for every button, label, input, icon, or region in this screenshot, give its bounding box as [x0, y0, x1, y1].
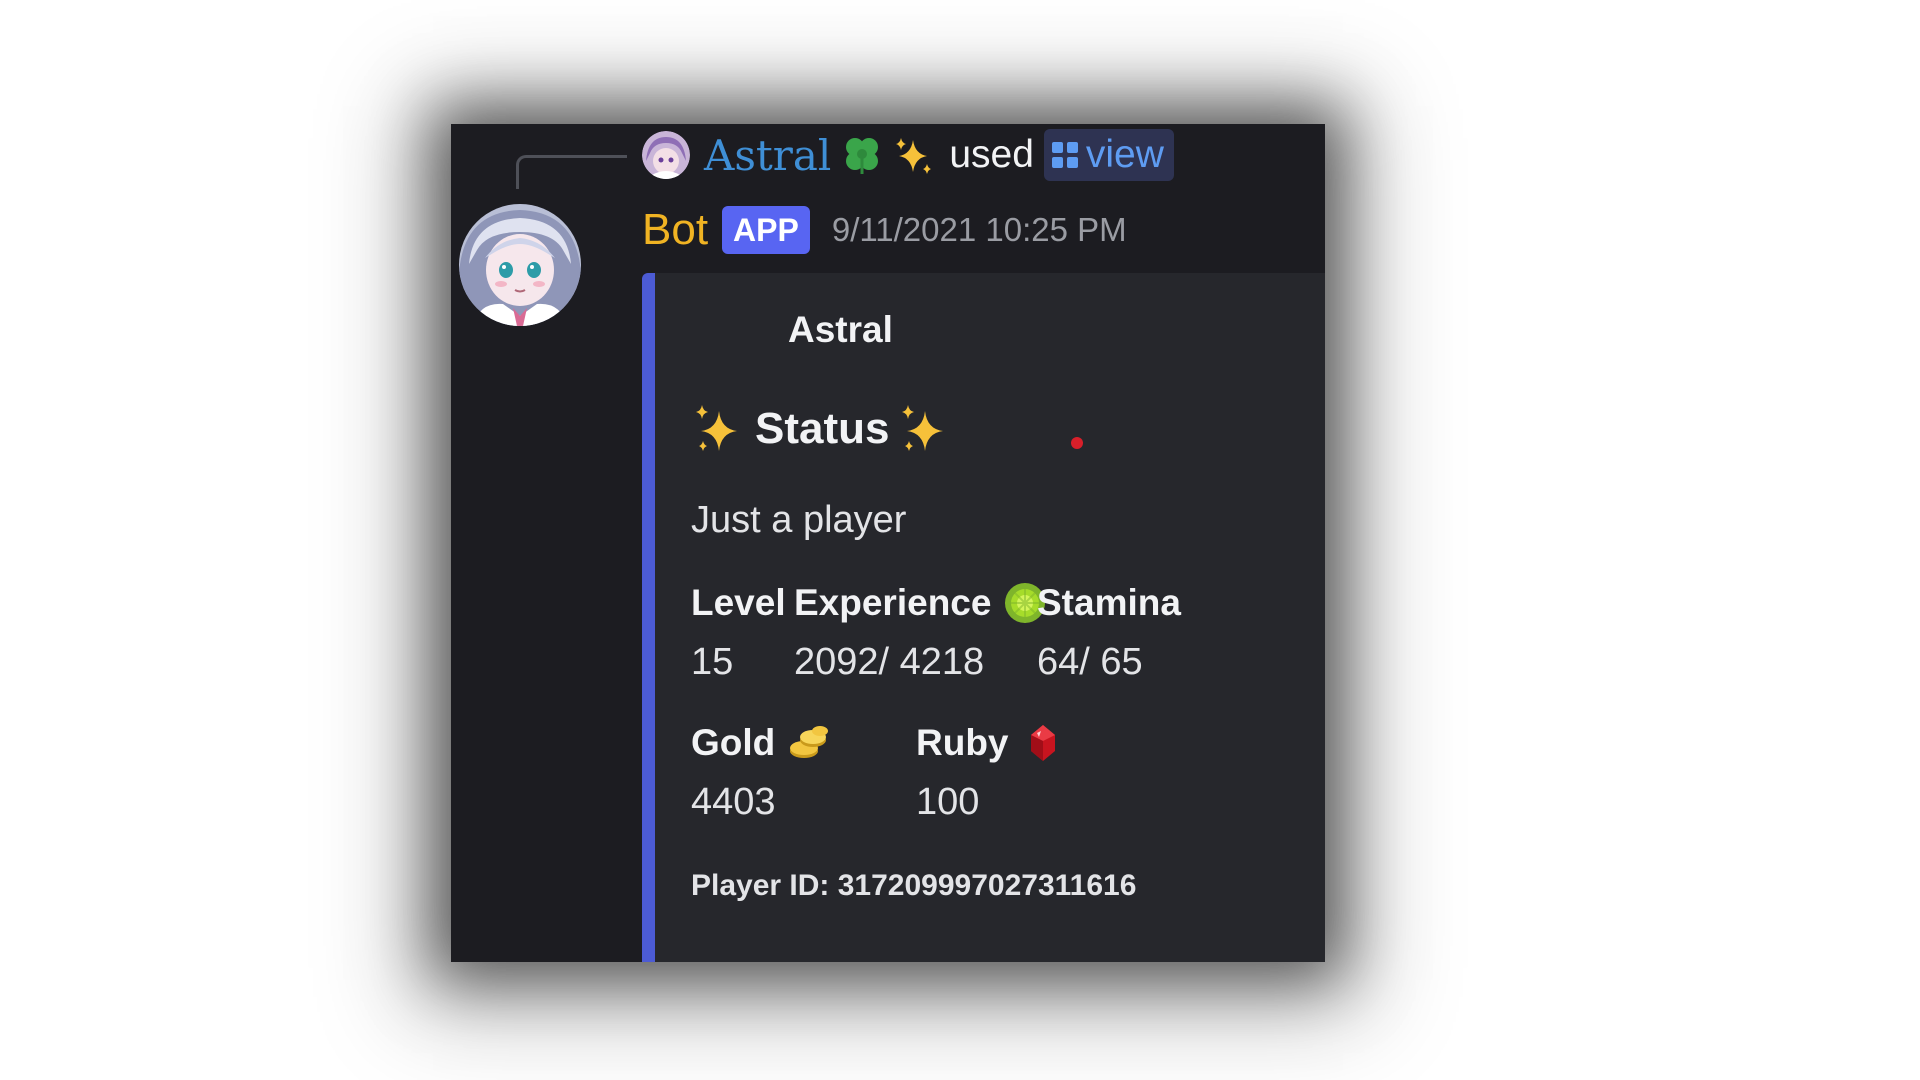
red-dot-marker — [1071, 437, 1083, 449]
used-text: used — [949, 133, 1034, 176]
field-name-text: Experience — [794, 582, 992, 623]
field-experience: Experience 2092/ 4218 — [794, 579, 1047, 684]
embed-title: Status — [691, 401, 953, 457]
field-gold: Gold 4403 — [691, 719, 831, 824]
field-name: Ruby — [916, 719, 1065, 767]
app-command-icon — [1051, 142, 1078, 168]
field-name-text: Ruby — [916, 722, 1009, 763]
screenshot-canvas: Astral used view Bot APP 9/11/2021 10:25… — [0, 0, 1920, 1080]
field-level: Level 15 — [691, 579, 786, 684]
app-badge: APP — [722, 206, 810, 254]
field-name: Gold — [691, 719, 831, 767]
field-name: Experience — [794, 579, 1047, 627]
embed-footer-player-id: Player ID: 317209997027311616 — [691, 869, 1137, 902]
reply-avatar[interactable] — [642, 131, 690, 179]
status-embed: Astral Status Just a player Level 15 Exp… — [642, 273, 1325, 962]
view-command-link[interactable]: view — [1043, 129, 1174, 181]
reply-username[interactable]: Astral — [704, 131, 831, 180]
field-value: 64/ 65 — [1037, 641, 1143, 683]
field-name-text: Gold — [691, 722, 776, 763]
reply-context[interactable]: Astral used view — [642, 129, 1174, 181]
field-stamina: Stamina 64/ 65 — [1037, 579, 1181, 684]
message-header: Bot APP 9/11/2021 10:25 PM — [642, 200, 1127, 260]
gold-coins-icon — [790, 726, 829, 758]
field-name: Level — [691, 582, 786, 623]
sparkles-icon — [696, 405, 737, 451]
message-container: Astral used view Bot APP 9/11/2021 10:25… — [451, 124, 1325, 962]
message-timestamp[interactable]: 9/11/2021 10:25 PM — [832, 211, 1127, 249]
field-value: 4403 — [691, 781, 776, 823]
field-name: Stamina — [1037, 582, 1181, 623]
reply-connector-line — [516, 155, 627, 189]
bot-avatar[interactable] — [459, 204, 581, 326]
field-ruby: Ruby 100 — [916, 719, 1065, 824]
field-value: 15 — [691, 641, 734, 683]
sparkles-icon — [893, 134, 935, 176]
embed-title-text: Status — [755, 404, 890, 453]
ruby-gem-icon — [1030, 725, 1055, 761]
sparkles-icon — [902, 405, 944, 451]
field-value: 2092/ 4218 — [794, 641, 985, 683]
four-leaf-clover-icon — [841, 134, 883, 176]
embed-description: Just a player — [691, 499, 907, 541]
bot-username[interactable]: Bot — [642, 205, 708, 255]
field-value: 100 — [916, 781, 980, 823]
embed-author: Astral — [788, 309, 893, 350]
command-label: view — [1085, 133, 1164, 176]
